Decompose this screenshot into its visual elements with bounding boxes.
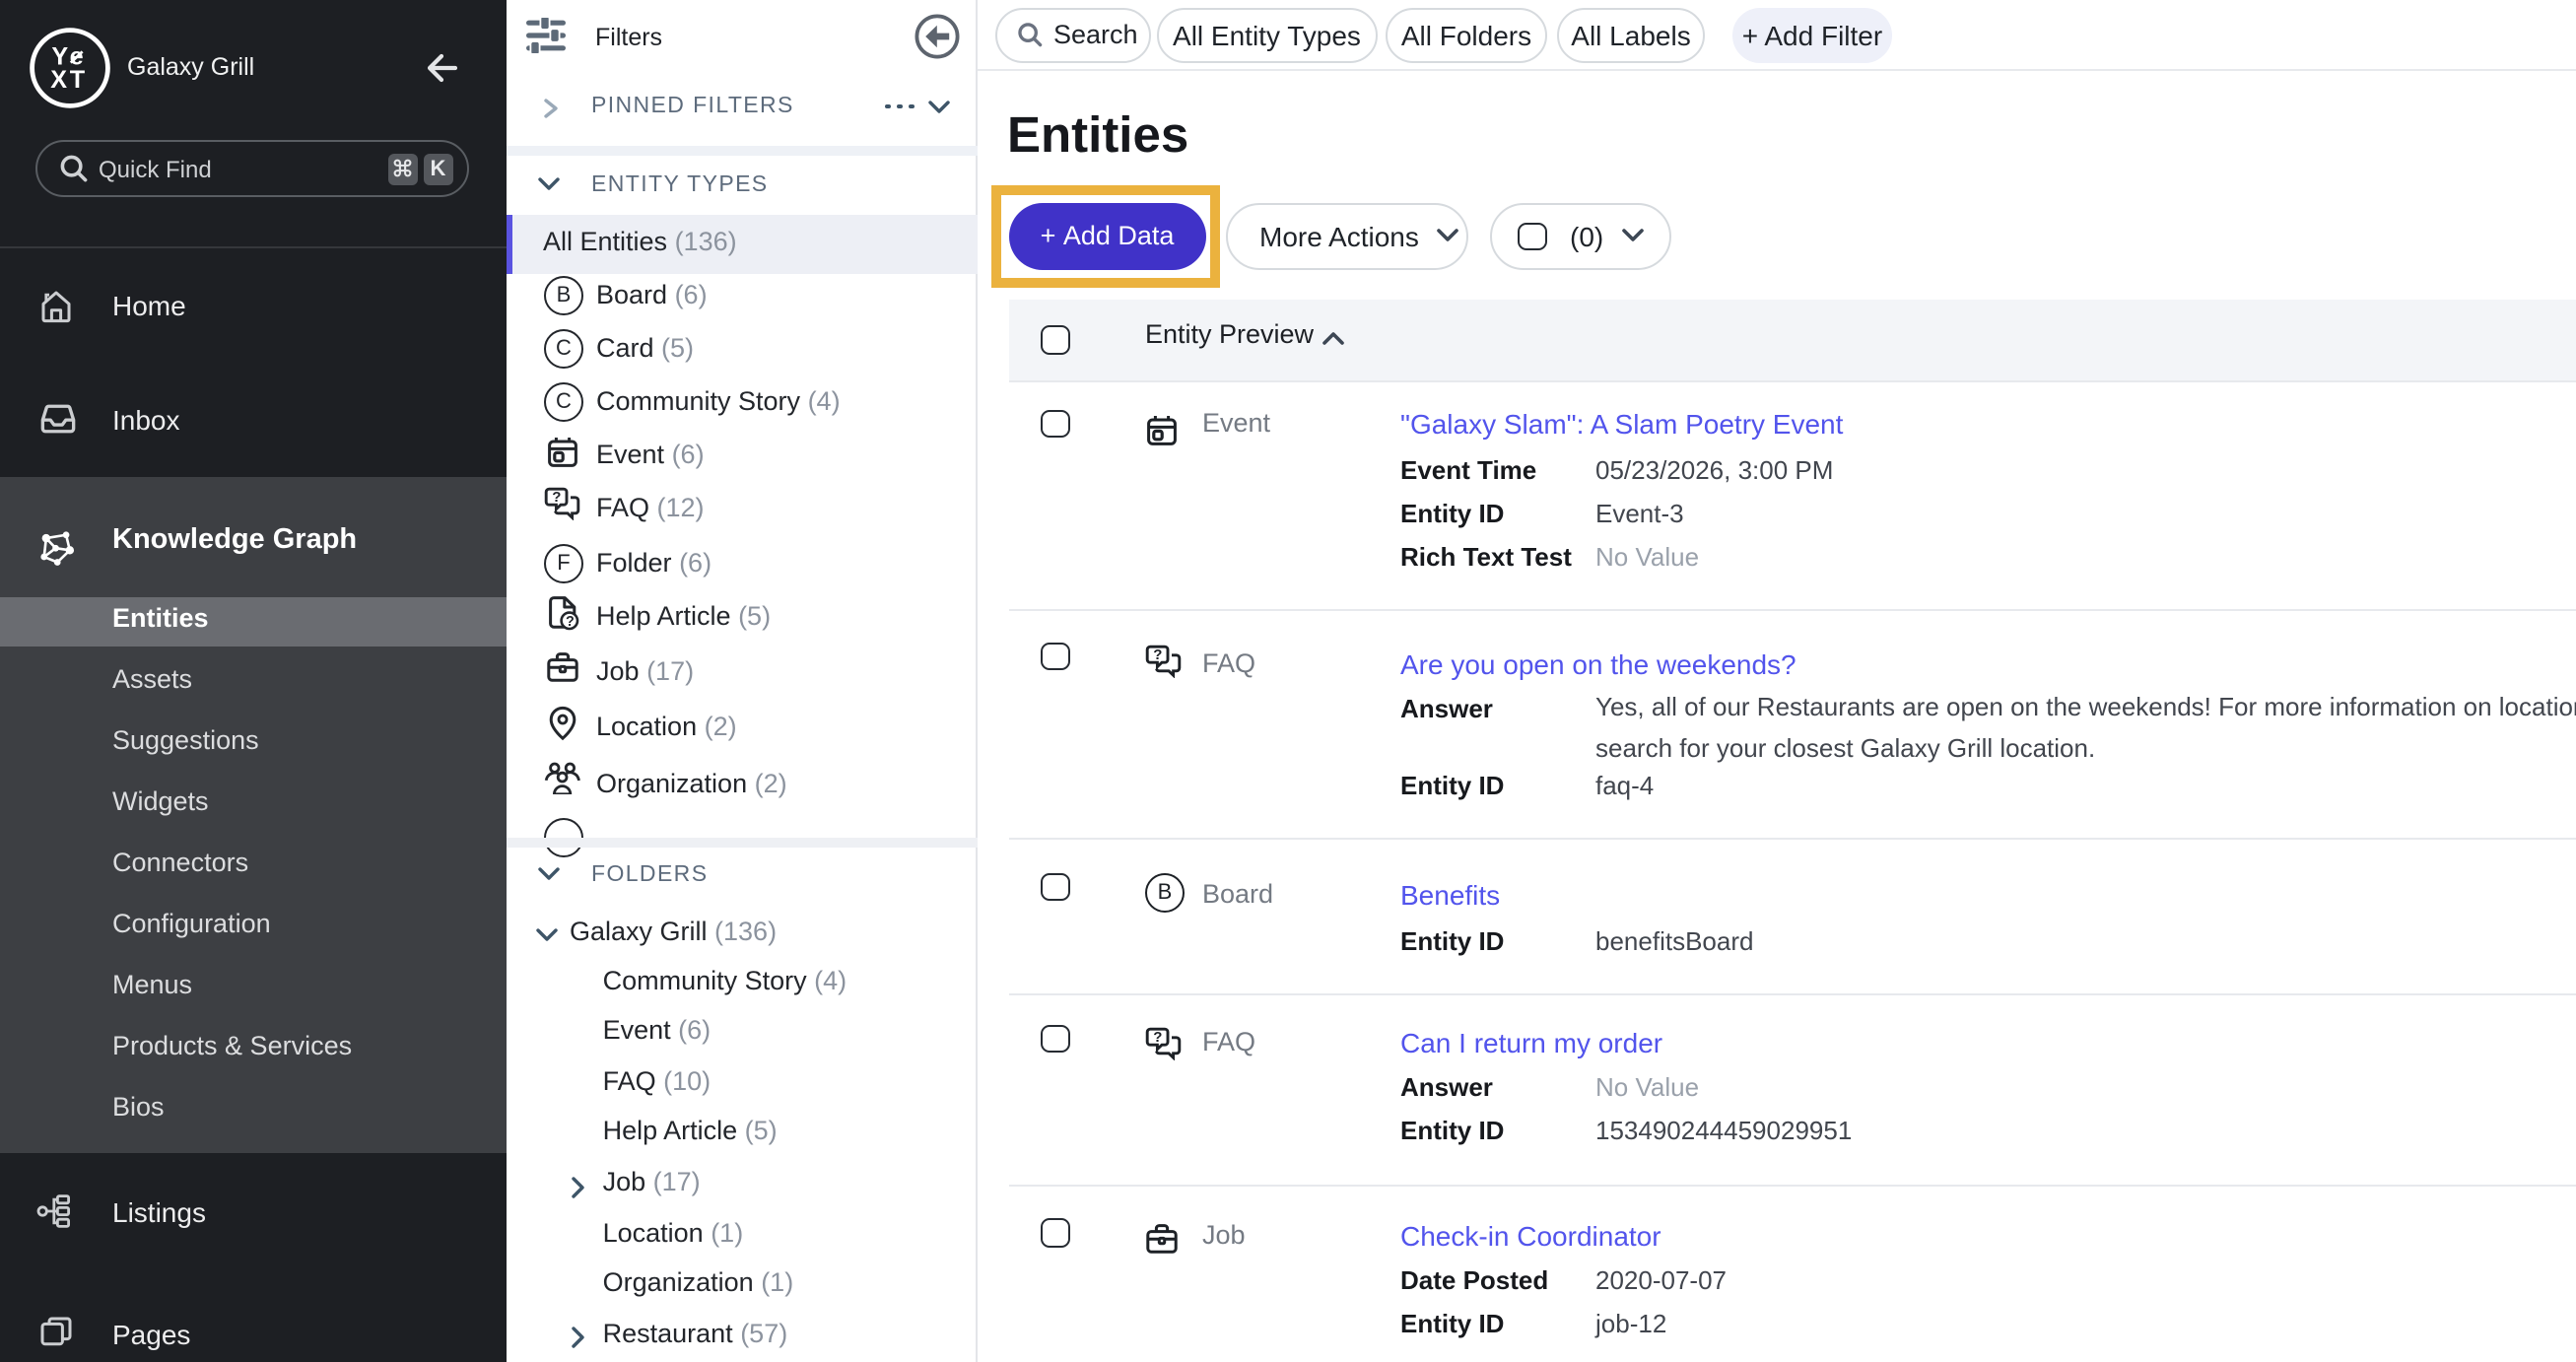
svg-text:X: X	[50, 65, 67, 93]
svg-text:?: ?	[565, 614, 574, 630]
svg-text:?: ?	[1153, 647, 1162, 663]
svg-text:T: T	[70, 65, 86, 93]
svg-text:?: ?	[1153, 1029, 1162, 1046]
svg-text:?: ?	[552, 489, 561, 506]
